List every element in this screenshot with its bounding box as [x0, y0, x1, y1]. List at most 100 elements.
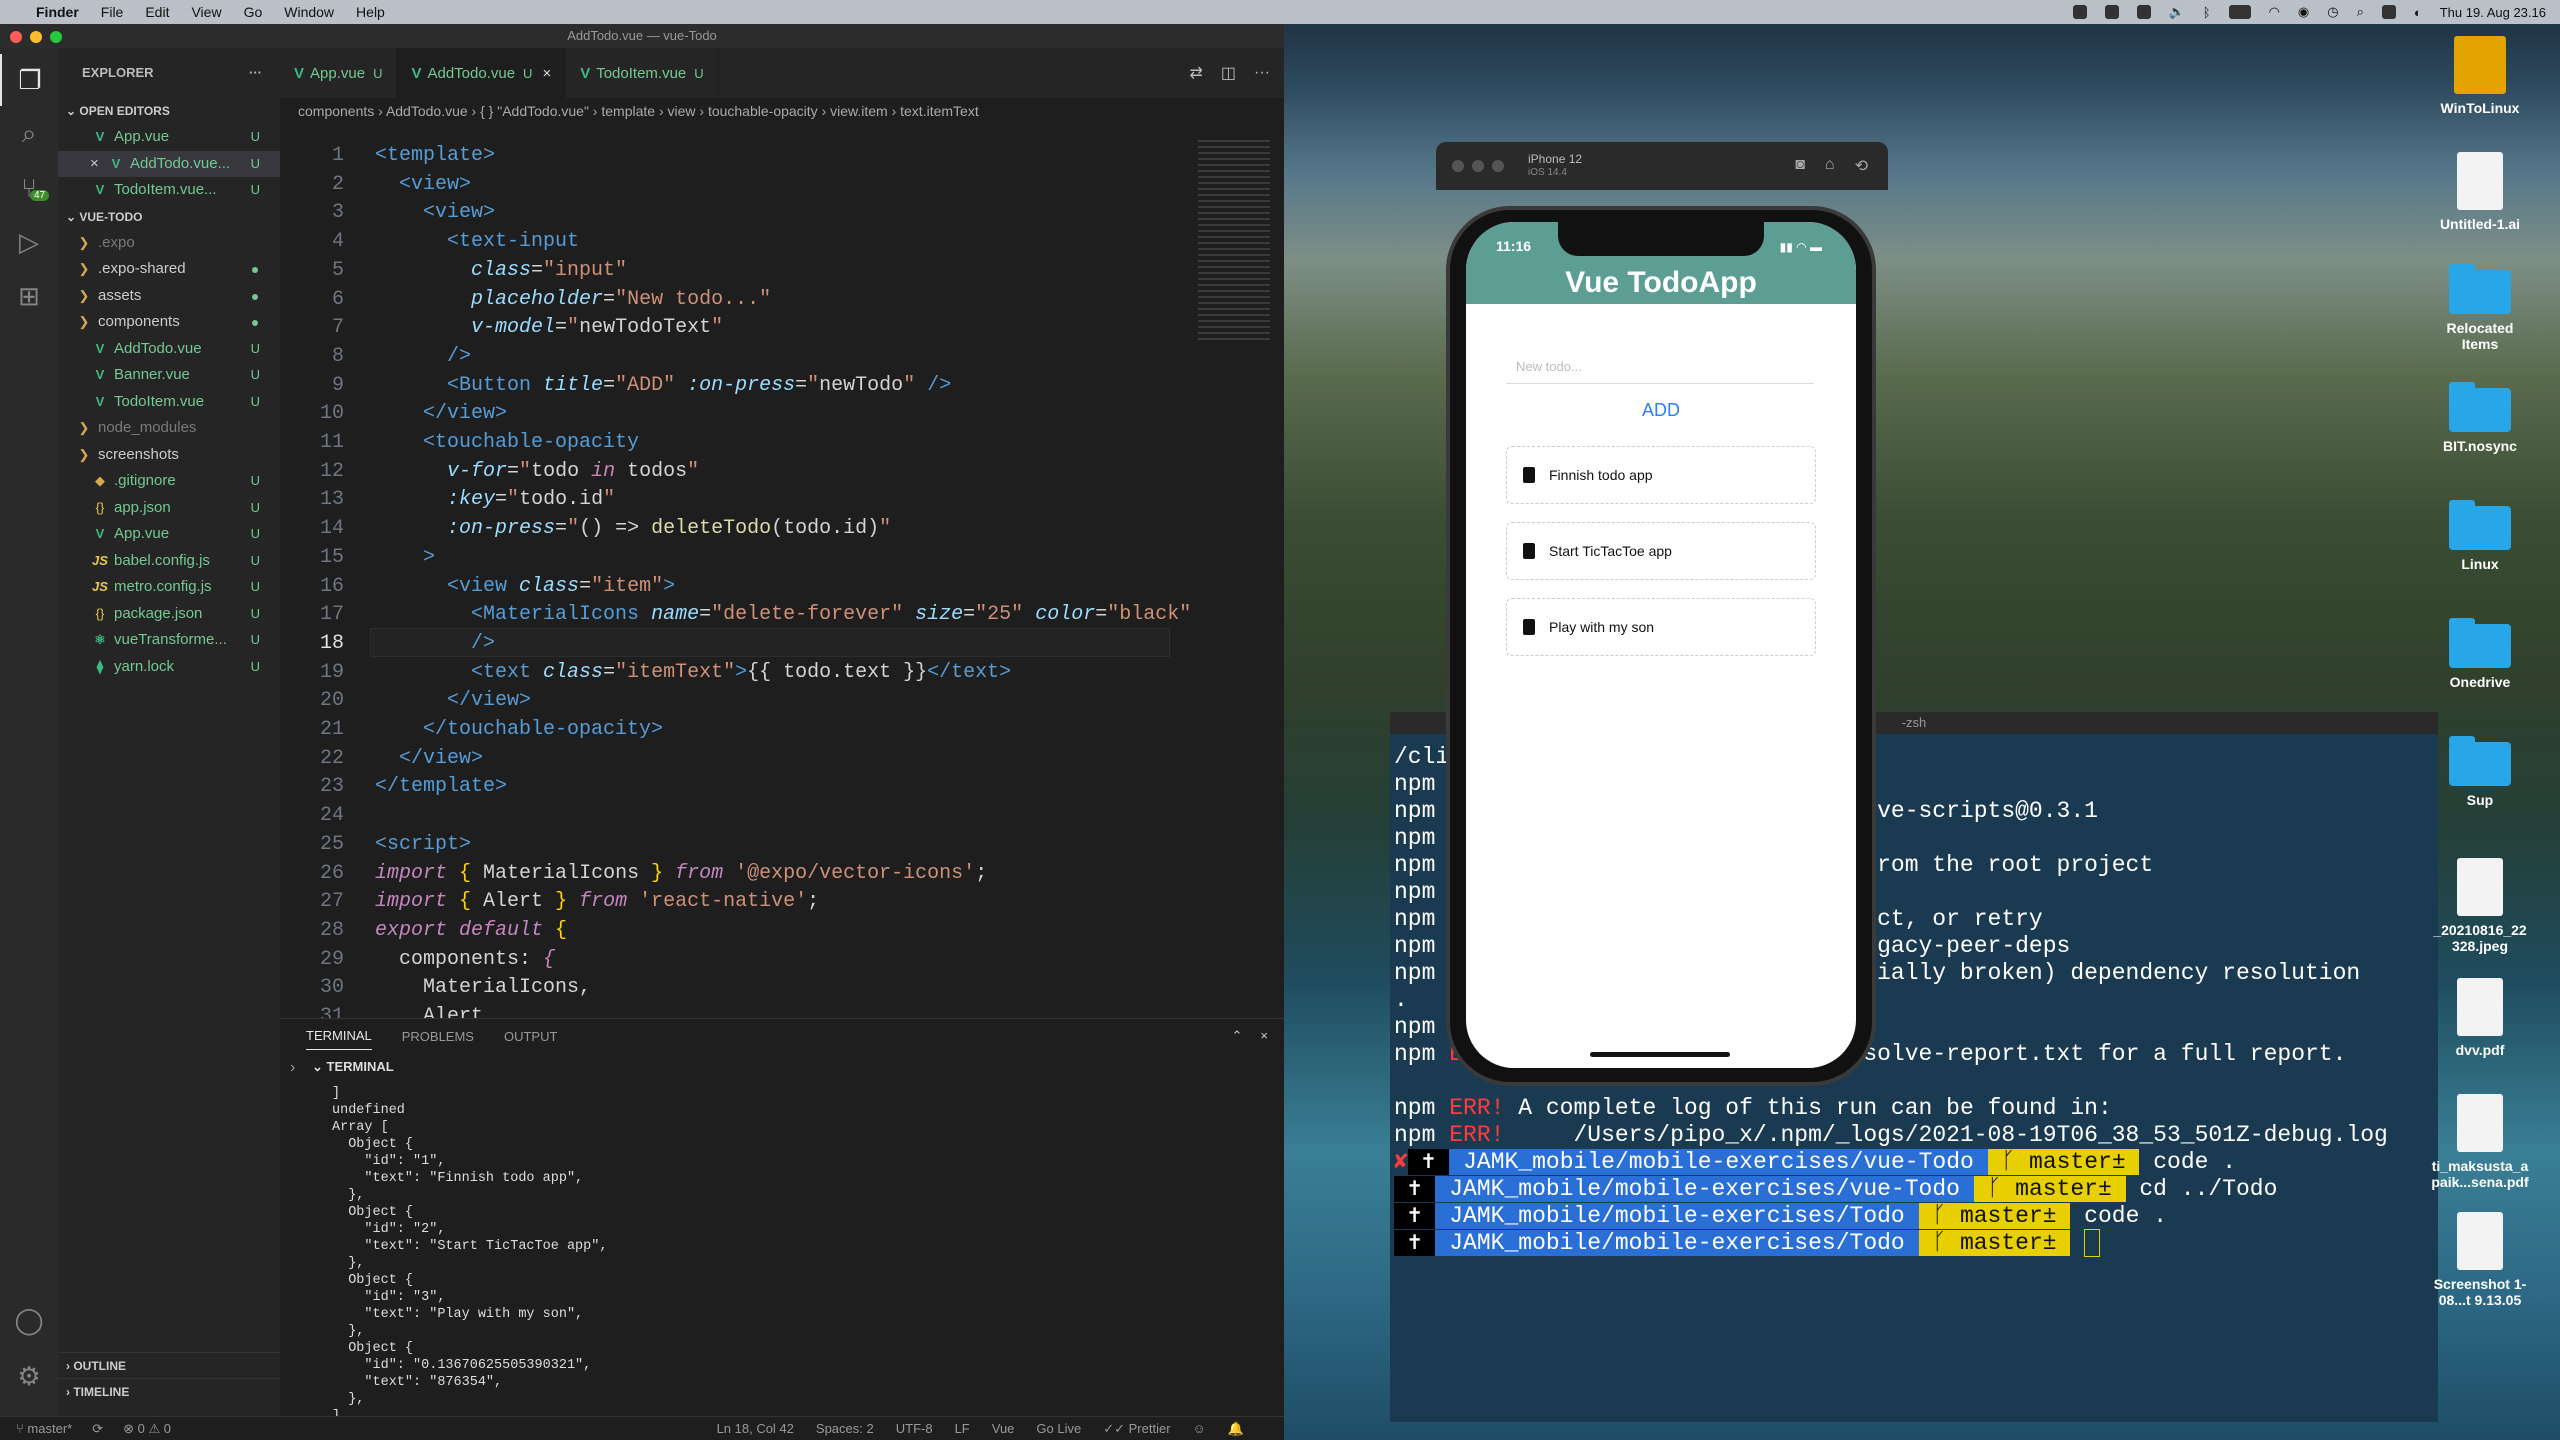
tab-output[interactable]: OUTPUT — [504, 1029, 557, 1044]
code-line[interactable]: v-model="newTodoText" — [375, 314, 723, 343]
desktop-item[interactable]: _20210816_22 328.jpeg — [2430, 858, 2530, 954]
more-actions-icon[interactable]: ··· — [1254, 64, 1270, 82]
code-line[interactable]: <MaterialIcons name="delete-forever" siz… — [375, 601, 1191, 630]
status-icon-1[interactable] — [2072, 5, 2087, 19]
tab-problems[interactable]: PROBLEMS — [402, 1029, 474, 1044]
code-line[interactable]: :on-press="() => deleteTodo(todo.id)" — [375, 515, 891, 544]
problems-status[interactable]: ⊗ 0 ⚠ 0 — [123, 1421, 171, 1437]
code-line[interactable]: <template> — [375, 142, 495, 171]
end-of-line[interactable]: LF — [955, 1421, 970, 1437]
tab-terminal[interactable]: TERMINAL — [306, 1028, 372, 1050]
tree-item[interactable]: ❯ .expo-shared — [58, 256, 280, 283]
open-editor-item[interactable]: V App.vue U — [58, 124, 280, 151]
code-line[interactable]: </view> — [375, 687, 531, 716]
code-line[interactable]: v-for="todo in todos" — [375, 458, 699, 487]
tree-item[interactable]: {} app.json U — [58, 495, 280, 522]
tab-addtodo-vue[interactable]: V AddTodo.vue U × — [397, 48, 567, 98]
menubar-datetime[interactable]: Thu 19. Aug 23.16 — [2440, 5, 2546, 20]
rotate-icon[interactable]: ⟲ — [1855, 156, 1868, 176]
battery-icon[interactable] — [2228, 5, 2251, 19]
desktop-item[interactable]: Onedrive — [2430, 618, 2530, 690]
tree-item[interactable]: ❯ components — [58, 309, 280, 336]
code-line[interactable]: </view> — [375, 745, 483, 774]
search-icon[interactable]: ⌕ — [0, 108, 58, 160]
bluetooth-icon[interactable]: ᛒ — [2203, 5, 2211, 20]
project-section[interactable]: ⌄ VUE-TODO — [58, 204, 280, 230]
open-editor-item[interactable]: V TodoItem.vue... U — [58, 177, 280, 204]
open-editor-item[interactable]: × V AddTodo.vue... U — [58, 150, 280, 178]
tree-item[interactable]: {} package.json U — [58, 601, 280, 628]
home-icon[interactable]: ⌂ — [1825, 156, 1835, 176]
code-line[interactable]: <Button title="ADD" :on-press="newTodo" … — [375, 372, 951, 401]
clock-icon[interactable]: ◷ — [2327, 4, 2338, 20]
outline-section[interactable]: › OUTLINE — [58, 1352, 280, 1378]
code-line[interactable]: > — [375, 544, 435, 573]
tree-item[interactable]: ❯ node_modules — [58, 415, 280, 442]
close-window-button[interactable] — [10, 31, 22, 43]
menu-app-name[interactable]: Finder — [36, 4, 79, 20]
code-line[interactable]: </template> — [375, 773, 507, 802]
branch-status[interactable]: ⑂ master* — [16, 1421, 72, 1436]
tree-item[interactable]: ⚛ vueTransforme... U — [58, 627, 280, 654]
desktop-item[interactable]: WinToLinux — [2430, 36, 2530, 116]
tab-app-vue[interactable]: V App.vue U — [280, 48, 398, 98]
minimap[interactable] — [1198, 140, 1270, 340]
simulator-toolbar[interactable]: iPhone 12 iOS 14.4 ◙ ⌂ ⟲ — [1436, 142, 1888, 190]
breadcrumb[interactable]: components › AddTodo.vue › { } "AddTodo.… — [280, 98, 1284, 124]
feedback-icon[interactable]: ☺ — [1193, 1421, 1206, 1437]
gear-icon[interactable]: ⚙ — [0, 1350, 58, 1402]
close-icon[interactable]: × — [90, 151, 99, 178]
menu-file[interactable]: File — [101, 4, 124, 20]
code-line[interactable]: <view class="item"> — [375, 573, 675, 602]
desktop-item[interactable]: dvv.pdf — [2430, 978, 2530, 1058]
encoding[interactable]: UTF-8 — [896, 1421, 933, 1437]
account-icon[interactable]: ◯ — [0, 1294, 58, 1346]
tree-item[interactable]: V AddTodo.vue U — [58, 336, 280, 363]
prettier-status[interactable]: ✓✓ Prettier — [1103, 1421, 1170, 1437]
todo-item[interactable]: Play with my son — [1506, 598, 1816, 656]
desktop-item[interactable]: ti_maksusta_a paik...sena.pdf — [2430, 1094, 2530, 1190]
siri-icon[interactable]: ◐ — [2414, 5, 2422, 20]
desktop-item[interactable]: Relocated Items — [2430, 264, 2530, 352]
zoom-window-button[interactable] — [50, 31, 62, 43]
volume-icon[interactable]: 🔊 — [2169, 4, 2185, 20]
explorer-icon[interactable]: ❐ — [0, 54, 58, 106]
code-line[interactable]: class="input" — [375, 257, 627, 286]
tree-item[interactable]: V Banner.vue U — [58, 362, 280, 389]
search-icon[interactable]: ⌕ — [2357, 4, 2364, 20]
terminal-output[interactable]: ] undefined Array [ Object { "id": "1", … — [332, 1085, 607, 1425]
tree-item[interactable]: ❯ screenshots — [58, 442, 280, 469]
timeline-section[interactable]: › TIMELINE — [58, 1378, 280, 1404]
code-editor[interactable]: 1 <template> 2 <view> 3 <view> 4 <text-input… — [280, 140, 1284, 1020]
screenshot-icon[interactable]: ◙ — [1795, 156, 1805, 176]
split-editor-icon[interactable]: ◫ — [1221, 63, 1236, 83]
code-line[interactable]: MaterialIcons, — [375, 974, 591, 1003]
tree-item[interactable]: V App.vue U — [58, 521, 280, 548]
tree-item[interactable]: JS babel.config.js U — [58, 548, 280, 575]
tree-item[interactable]: ◆ .gitignore U — [58, 468, 280, 495]
close-window-button[interactable] — [1452, 160, 1464, 172]
desktop-item[interactable]: BIT.nosync — [2430, 382, 2530, 454]
maximize-panel-icon[interactable]: ⌃ — [1232, 1028, 1243, 1044]
code-line[interactable]: <touchable-opacity — [375, 429, 639, 458]
tree-item[interactable]: V TodoItem.vue U — [58, 389, 280, 416]
code-line[interactable]: <script> — [375, 831, 471, 860]
menu-edit[interactable]: Edit — [145, 4, 169, 20]
code-line[interactable]: placeholder="New todo..." — [375, 286, 771, 315]
tree-item[interactable]: ❯ .expo — [58, 230, 280, 257]
code-line[interactable]: </touchable-opacity> — [375, 716, 663, 745]
status-icon-2[interactable] — [2104, 5, 2119, 19]
language-mode[interactable]: Vue — [992, 1421, 1015, 1437]
code-line[interactable]: /> — [375, 343, 471, 372]
code-line[interactable]: import { MaterialIcons } from '@expo/vec… — [375, 860, 987, 889]
open-editors-section[interactable]: ⌄ OPEN EDITORS — [58, 98, 280, 124]
close-panel-icon[interactable]: × — [1260, 1028, 1268, 1044]
code-line[interactable]: <view> — [375, 171, 471, 200]
code-line[interactable]: :key="todo.id" — [375, 486, 615, 515]
delete-icon[interactable] — [1523, 619, 1535, 635]
bell-icon[interactable]: 🔔 — [1228, 1421, 1244, 1437]
new-todo-input[interactable]: New todo... — [1506, 350, 1814, 384]
code-line[interactable]: <text class="itemText">{{ todo.text }}</… — [375, 659, 1011, 688]
menu-go[interactable]: Go — [244, 4, 263, 20]
desktop-item[interactable]: Linux — [2430, 500, 2530, 572]
